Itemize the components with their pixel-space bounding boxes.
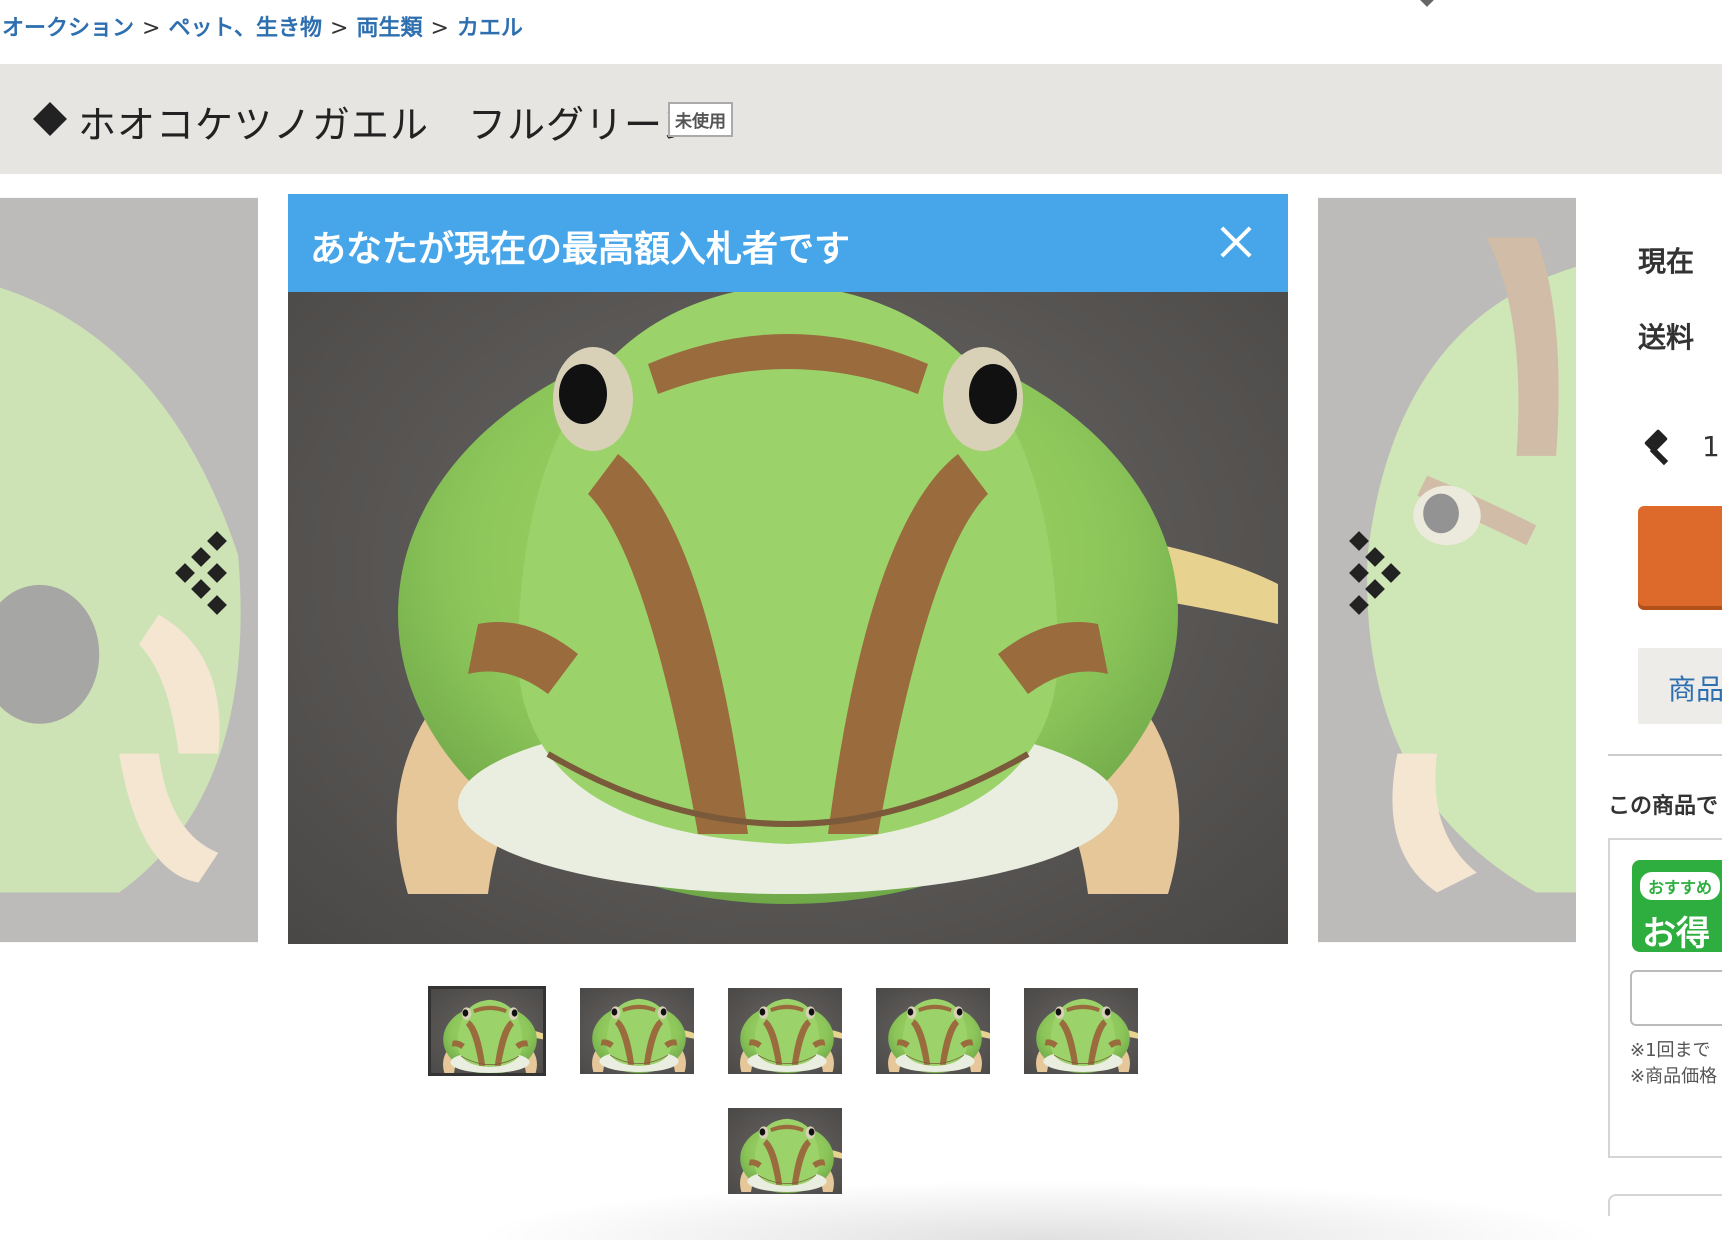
breadcrumb-link-frogs[interactable]: カエル [457,16,523,41]
promo-headline: お得 [1642,914,1710,954]
gavel-icon [1644,429,1669,466]
dropdown-caret-icon [1417,0,1437,7]
diamond-bullet-icon [33,102,67,136]
bid-button[interactable] [1638,506,1722,606]
item-title: ホオコケツノガエル フルグリーン [78,103,701,147]
gallery-main-image[interactable]: あなたが現在の最高額入札者です [288,194,1288,944]
thumbnail-image [1024,988,1140,1076]
shipping-label: 送料 [1638,321,1695,354]
thumbnail-1[interactable] [428,986,546,1076]
promo-button[interactable] [1630,970,1722,1026]
promo-note-2: ※商品価格 [1630,1066,1718,1087]
chevron-left-icon[interactable] [175,528,232,615]
chevron-right-icon[interactable] [1348,528,1404,615]
breadcrumb-link-auction[interactable]: オークション [2,16,134,41]
close-icon[interactable] [1218,224,1254,260]
thumbnail-image [876,988,992,1076]
promo-pill: おすすめ [1640,872,1721,900]
page-shadow [470,1180,1610,1240]
highest-bidder-notice: あなたが現在の最高額入札者です [288,194,1288,292]
bottom-panel-box [1608,1194,1722,1216]
thumbnail-2[interactable] [578,986,696,1076]
thumbnail-image [728,988,844,1076]
condition-badge: 未使用 [668,102,733,137]
divider [1608,754,1722,756]
breadcrumb-link-pets[interactable]: ペット、生き物 [168,16,322,41]
breadcrumb-separator: > [142,16,161,41]
frog-photo-main [288,194,1288,944]
breadcrumb-separator: > [330,16,349,41]
bid-count: 1 [1702,430,1720,463]
thumbnail-4[interactable] [874,986,992,1076]
item-detail-label: 商品 [1668,673,1722,706]
thumbnail-image [580,988,696,1076]
item-title-bar: ホオコケツノガエル フルグリーン 未使用 [0,64,1722,174]
breadcrumb-link-amphibians[interactable]: 両生類 [356,16,422,41]
breadcrumb-separator: > [430,16,449,41]
highest-bidder-message: あなたが現在の最高額入札者です [310,229,851,270]
promo-box: おすすめ お得 ※1回まで ※商品価格 [1608,838,1722,1158]
breadcrumb: オークション > ペット、生き物 > 両生類 > カエル [2,10,523,42]
promo-banner[interactable]: おすすめ お得 [1632,860,1722,954]
thumbnail-5[interactable] [1022,986,1140,1076]
thumbnail-3[interactable] [726,986,844,1076]
thumbnail-image [431,989,546,1076]
promo-note-1: ※1回まで [1630,1040,1711,1061]
current-price-label: 現在 [1638,245,1695,278]
bid-side-panel: 現在 送料 1 商品 この商品で おすすめ お得 ※1回まで ※商品価格 [1600,196,1722,1216]
item-detail-button[interactable]: 商品 [1638,648,1722,724]
section-heading: この商品で [1608,794,1719,819]
